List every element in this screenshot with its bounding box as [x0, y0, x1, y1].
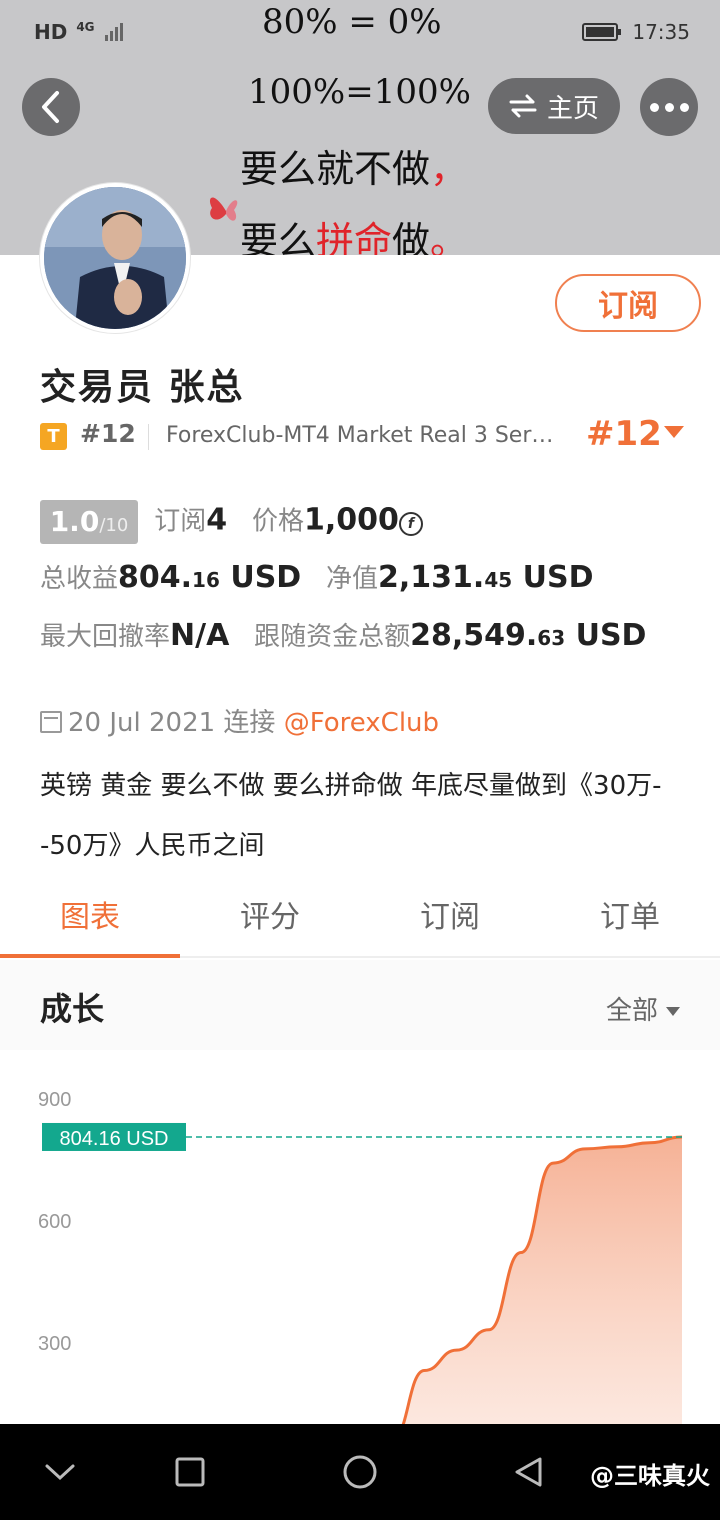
- trader-name: 交易员 张总: [40, 367, 245, 408]
- butterfly-icon: [209, 197, 238, 221]
- recents-icon[interactable]: [174, 1456, 206, 1488]
- banner-line-4: 要么拼命做。: [240, 210, 468, 255]
- trader-badge: T: [40, 423, 67, 450]
- score-max: /10: [99, 515, 129, 536]
- drawdown-label: 最大回撤率: [40, 622, 171, 652]
- signal-icon: [105, 22, 125, 46]
- rank-small: #12: [80, 419, 136, 448]
- calendar-icon: [40, 711, 62, 733]
- banner-line-2: 100%=100%: [248, 72, 471, 112]
- home-circle-icon[interactable]: [342, 1454, 378, 1490]
- y-tick-label: 900: [38, 1089, 71, 1111]
- banner-line-3-punct: ，: [430, 147, 469, 191]
- more-dot: [664, 102, 674, 112]
- score-value: 1.0: [49, 505, 100, 538]
- banner-line-4-punct: 。: [430, 219, 469, 255]
- equity-int: 2,131.: [378, 560, 485, 595]
- equity-label: 净值: [326, 564, 379, 594]
- battery-icon: [582, 23, 621, 41]
- growth-chart: 900 600 300 804.16 USD: [0, 1052, 720, 1474]
- caret-down-icon: [666, 1007, 680, 1016]
- subscribers-count: 4: [206, 502, 228, 538]
- equity-dec: 45: [484, 568, 513, 592]
- more-dot: [649, 102, 659, 112]
- follow-funds-label: 跟随资金总额: [254, 622, 411, 652]
- total-profit-label: 总收益: [40, 564, 119, 594]
- connection-date: 20 Jul 2021: [68, 708, 216, 738]
- drawdown-value: N/A: [170, 618, 230, 653]
- section-title: 成长: [40, 990, 105, 1028]
- tab-orders[interactable]: 订单: [540, 880, 720, 956]
- network-type: HD: [34, 20, 68, 44]
- follow-funds-unit: USD: [565, 618, 647, 653]
- banner-line-4-post: 做: [392, 219, 431, 255]
- trader-bio: 英镑 黄金 要么不做 要么拼命做 年底尽量做到《30万--50万》人民币之间: [40, 771, 662, 861]
- home-button[interactable]: 主页: [488, 78, 620, 134]
- more-dot: [679, 102, 689, 112]
- connection-info: 20 Jul 2021 连接 @ForexClub: [40, 702, 439, 739]
- home-button-label: 主页: [546, 93, 599, 124]
- stats-row-2: 总收益804.16 USD 净值2,131.45 USD: [40, 558, 594, 595]
- back-button[interactable]: [22, 78, 80, 136]
- tab-bar: 图表 评分 订阅 订单: [0, 880, 720, 958]
- growth-area: [360, 1136, 682, 1473]
- coin-icon: f: [398, 511, 423, 536]
- broker-link[interactable]: @ForexClub: [284, 708, 439, 738]
- period-filter[interactable]: 全部: [606, 990, 680, 1027]
- banner-line-4-red: 拼命: [316, 219, 393, 255]
- tab-chart[interactable]: 图表: [0, 880, 180, 958]
- current-value-label: 804.16 USD: [60, 1128, 169, 1150]
- divider: [148, 424, 149, 450]
- follow-funds-int: 28,549.: [410, 618, 538, 653]
- account-info: T #12 ForexClub-MT4 Market Real 3 Server…: [40, 414, 690, 454]
- avatar[interactable]: [40, 183, 190, 333]
- banner-line-3: 要么就不做，: [240, 138, 468, 193]
- period-filter-label: 全部: [605, 996, 658, 1026]
- stats-row-3: 最大回撤率N/A 跟随资金总额28,549.63 USD: [40, 616, 646, 653]
- follow-funds-dec: 63: [537, 626, 566, 650]
- rank-selector[interactable]: #12: [586, 414, 662, 454]
- clock: 17:35: [632, 20, 690, 44]
- system-nav-bar: @三味真火: [0, 1424, 720, 1520]
- avatar-portrait: [44, 187, 186, 329]
- stats-row-1: 1.0/10 订阅4 价格1,000 f: [40, 500, 423, 544]
- growth-chart-svg: 900 600 300 804.16 USD: [38, 1089, 683, 1474]
- price-label: 价格: [251, 506, 304, 537]
- caret-down-icon[interactable]: [664, 426, 684, 438]
- equity-unit: USD: [512, 560, 594, 595]
- price-value: 1,000: [303, 502, 399, 538]
- back-triangle-icon[interactable]: [512, 1456, 544, 1488]
- signal-type: 4G: [76, 20, 95, 35]
- subscribers-label: 订阅: [154, 506, 207, 537]
- chevron-down-icon[interactable]: [44, 1462, 76, 1482]
- banner-line-3-text: 要么就不做: [240, 147, 431, 191]
- score-badge: 1.0/10: [40, 500, 138, 544]
- swap-icon: [509, 94, 537, 118]
- tab-rating[interactable]: 评分: [180, 880, 360, 956]
- y-tick-label: 600: [38, 1211, 71, 1233]
- watermark: @三味真火: [590, 1462, 710, 1490]
- growth-section-header: 成长 全部: [0, 960, 720, 1050]
- subscribe-button[interactable]: 订阅: [555, 274, 701, 332]
- total-profit-int: 804.: [118, 560, 193, 595]
- total-profit-unit: USD: [219, 560, 302, 595]
- banner-line-4-pre: 要么: [240, 219, 317, 255]
- banner-line-1: 80% = 0%: [262, 2, 442, 42]
- tab-subscriptions[interactable]: 订阅: [360, 880, 540, 956]
- connection-label: 连接: [223, 708, 276, 738]
- y-tick-label: 300: [38, 1333, 71, 1355]
- server-name: ForexClub-MT4 Market Real 3 Server: [166, 423, 562, 448]
- total-profit-dec: 16: [192, 568, 220, 592]
- chevron-left-icon: [42, 91, 59, 123]
- more-button[interactable]: [640, 78, 698, 136]
